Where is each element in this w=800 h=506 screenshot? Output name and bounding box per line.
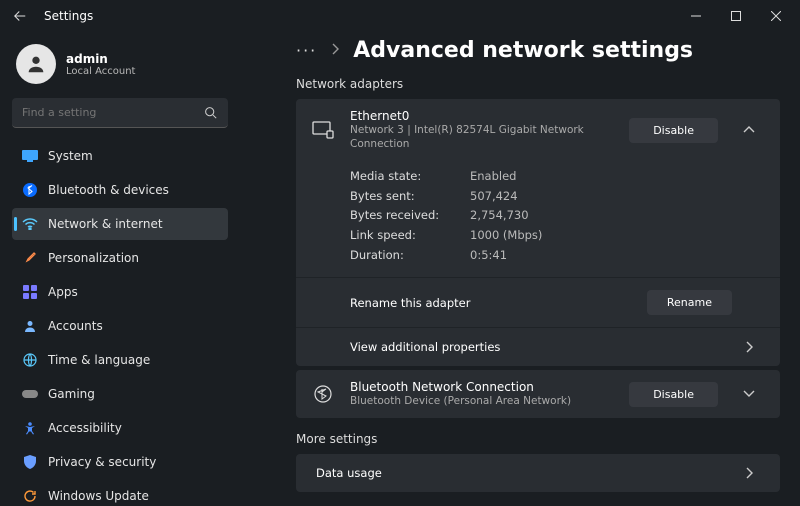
sidebar-item-apps[interactable]: Apps (12, 276, 228, 308)
sidebar-item-label: Privacy & security (48, 455, 156, 469)
data-usage-row[interactable]: Data usage (296, 454, 780, 492)
disable-button[interactable]: Disable (629, 118, 718, 143)
adapter-name: Ethernet0 (350, 109, 615, 123)
stat-key: Bytes received: (350, 206, 470, 226)
expand-button[interactable] (732, 390, 766, 398)
sidebar-item-label: Personalization (48, 251, 139, 265)
sidebar-item-label: Bluetooth & devices (48, 183, 169, 197)
search-input[interactable] (22, 106, 202, 119)
adapter-subtitle: Network 3 | Intel(R) 82574L Gigabit Netw… (350, 123, 615, 151)
back-button[interactable] (4, 0, 36, 32)
page-title: Advanced network settings (353, 38, 693, 63)
sidebar-item-label: Time & language (48, 353, 150, 367)
globe-icon (22, 352, 38, 368)
sidebar-item-label: System (48, 149, 93, 163)
sidebar-item-gaming[interactable]: Gaming (12, 378, 228, 410)
sidebar-item-label: Gaming (48, 387, 95, 401)
breadcrumb-overflow[interactable]: ··· (296, 41, 317, 60)
ethernet-icon (310, 121, 336, 139)
sidebar-item-bluetooth[interactable]: Bluetooth & devices (12, 174, 228, 206)
adapter-name: Bluetooth Network Connection (350, 380, 615, 394)
section-title-adapters: Network adapters (296, 77, 780, 91)
gamepad-icon (22, 386, 38, 402)
stat-value: 2,754,730 (470, 206, 529, 226)
sidebar-item-label: Windows Update (48, 489, 149, 503)
search-icon (202, 105, 218, 121)
stat-key: Media state: (350, 167, 470, 187)
apps-icon (22, 284, 38, 300)
window-title: Settings (44, 9, 93, 23)
accessibility-icon (22, 420, 38, 436)
stat-value: 1000 (Mbps) (470, 226, 542, 246)
brush-icon (22, 250, 38, 266)
close-button[interactable] (756, 0, 796, 32)
collapse-button[interactable] (732, 126, 766, 134)
search-input-container[interactable] (12, 98, 228, 128)
monitor-icon (22, 148, 38, 164)
adapter-subtitle: Bluetooth Device (Personal Area Network) (350, 394, 615, 408)
sidebar-item-privacy[interactable]: Privacy & security (12, 446, 228, 478)
person-icon (22, 318, 38, 334)
bluetooth-adapter-icon (310, 384, 336, 404)
section-title-more: More settings (296, 432, 780, 446)
disable-button[interactable]: Disable (629, 382, 718, 407)
chevron-right-icon (732, 341, 766, 353)
stat-value: Enabled (470, 167, 516, 187)
breadcrumb: ··· Advanced network settings (296, 38, 780, 63)
sidebar-item-label: Apps (48, 285, 78, 299)
chevron-right-icon (331, 43, 339, 58)
stat-value: 0:5:41 (470, 246, 507, 266)
sidebar-item-system[interactable]: System (12, 140, 228, 172)
adapter-card-bluetooth: Bluetooth Network Connection Bluetooth D… (296, 370, 780, 418)
sidebar-item-label: Accessibility (48, 421, 122, 435)
bluetooth-icon (22, 182, 38, 198)
avatar[interactable] (16, 44, 56, 84)
rename-label: Rename this adapter (350, 296, 647, 310)
sidebar-item-update[interactable]: Windows Update (12, 480, 228, 506)
additional-properties-label: View additional properties (350, 340, 732, 354)
additional-properties-row[interactable]: View additional properties (296, 327, 780, 366)
sidebar-item-personalization[interactable]: Personalization (12, 242, 228, 274)
stat-key: Bytes sent: (350, 187, 470, 207)
sidebar-item-label: Network & internet (48, 217, 163, 231)
rename-button[interactable]: Rename (647, 290, 732, 315)
sidebar-item-time[interactable]: Time & language (12, 344, 228, 376)
shield-icon (22, 454, 38, 470)
update-icon (22, 488, 38, 504)
sidebar-item-accounts[interactable]: Accounts (12, 310, 228, 342)
sidebar-item-network[interactable]: Network & internet (12, 208, 228, 240)
sidebar-item-label: Accounts (48, 319, 103, 333)
user-subtitle: Local Account (66, 66, 135, 77)
sidebar-item-accessibility[interactable]: Accessibility (12, 412, 228, 444)
maximize-button[interactable] (716, 0, 756, 32)
chevron-right-icon (732, 467, 766, 479)
stat-key: Link speed: (350, 226, 470, 246)
stat-value: 507,424 (470, 187, 518, 207)
data-usage-label: Data usage (316, 466, 732, 480)
stat-key: Duration: (350, 246, 470, 266)
adapter-card-ethernet: Ethernet0 Network 3 | Intel(R) 82574L Gi… (296, 99, 780, 366)
user-name: admin (66, 52, 135, 66)
minimize-button[interactable] (676, 0, 716, 32)
wifi-icon (22, 216, 38, 232)
rename-adapter-row: Rename this adapter Rename (296, 277, 780, 327)
